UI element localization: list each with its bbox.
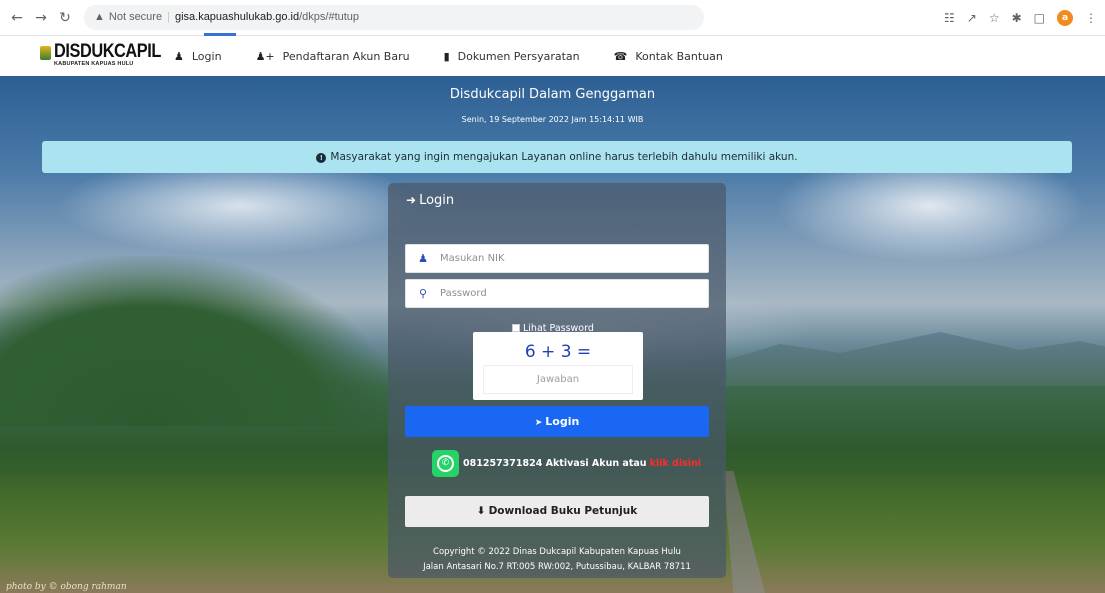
warning-triangle-icon: ▲ [94,11,105,23]
password-input[interactable] [440,280,704,307]
menu-kebab-icon[interactable]: ⋮ [1085,11,1097,25]
extensions-icon[interactable]: ✱ [1012,11,1022,25]
login-button[interactable]: ➤ Login [405,406,709,437]
nik-input[interactable] [440,245,704,272]
nav-item-register[interactable]: ♟+ Pendaftaran Akun Baru [256,36,410,76]
show-password-checkbox[interactable] [512,324,520,332]
user-plus-icon: ♟+ [255,49,275,63]
login-button-label: Login [545,415,580,428]
address-separator: | [167,11,170,23]
activation-link[interactable]: klik disini [650,458,701,469]
login-heading-label: Login [419,193,455,208]
nav-item-label: Pendaftaran Akun Baru [282,49,410,63]
user-icon: ♟ [174,49,184,63]
mountains-right [720,332,1105,386]
page-title: Disdukcapil Dalam Genggaman [449,87,656,102]
address-text: Jalan Antasari No.7 RT:005 RW:002, Putus… [423,562,691,572]
nav-item-documents[interactable]: ▮ Dokumen Persyaratan [444,36,580,76]
emblem-icon [40,46,51,60]
sign-in-icon: ➜ [406,193,417,207]
current-datetime: Senin, 19 September 2022 Jam 15:14:11 WI… [461,115,644,124]
address-bar[interactable]: ▲ Not secure | gisa.kapuashulukab.go.id/dkp… [84,5,704,30]
info-icon: ! [316,153,327,163]
nav-item-label: Dokumen Persyaratan [457,49,580,63]
browser-toolbar: ← → ↻ ▲ Not secure | gisa.kapuashulukab.go.… [0,0,1105,36]
captcha-question: 6 + 3 = [524,342,592,362]
login-card: ➜Login ♟ ⚲ Lihat Password 6 + 3 = ➤Login… [388,183,726,578]
download-guide-label: Download Buku Petunjuk [488,505,638,517]
share-icon[interactable]: ↗ [967,11,977,25]
nav-menu: ♟ Login ♟+ Pendaftaran Akun Baru ▮ Dokum… [174,33,757,76]
brand-title: DISDUKCAPIL [54,41,161,62]
security-label: Not secure [108,11,163,23]
info-alert: ! Masyarakat yang ingin mengajukan Layana… [42,141,1072,173]
hero-section: photo by © obong rahman Disdukcapil Dala… [0,76,1105,593]
phone-icon: ☎ [613,49,628,63]
nav-item-login[interactable]: ♟ Login [174,33,236,76]
sidepanel-icon[interactable]: □ [1034,11,1045,25]
url-host: gisa.kapuashulukab.go.id [174,11,300,23]
nik-field: ♟ [405,244,709,273]
profile-avatar[interactable]: a [1057,10,1073,26]
nav-item-contact[interactable]: ☎ Kontak Bantuan [614,36,723,76]
captcha-answer-input[interactable] [483,365,633,394]
download-icon: ⬇ [476,505,486,517]
url-path: /dkps/#tutup [299,11,360,23]
password-field: ⚲ [405,279,709,308]
book-icon: ▮ [443,49,450,63]
user-icon: ♟ [418,252,428,265]
brand-subtitle: KABUPATEN KAPUAS HULU [54,61,134,67]
site-navbar: DISDUKCAPIL KABUPATEN KAPUAS HULU ♟ Logi… [0,33,1105,76]
login-heading: ➜ Login [406,193,454,208]
download-guide-button[interactable]: ⬇ Download Buku Petunjuk [405,496,709,527]
hills-left [0,256,400,426]
photo-credit: photo by © obong rahman [6,582,127,592]
arrow-circle-icon: ➤ [534,418,543,428]
whatsapp-activation: ✆ 081257371824 Aktivasi Akun atau klik d… [432,449,701,477]
copyright-text: Copyright © 2022 Dinas Dukcapil Kabupate… [433,547,681,557]
key-icon: ⚲ [418,287,428,300]
whatsapp-text: 081257371824 Aktivasi Akun atau [463,457,647,469]
nav-item-label: Kontak Bantuan [635,49,723,63]
browser-actions: ☷ ↗ ☆ ✱ □ a ⋮ [944,8,1097,28]
translate-icon[interactable]: ☷ [944,11,955,25]
back-arrow-icon[interactable]: ← [8,9,26,27]
bookmark-star-icon[interactable]: ☆ [989,11,1000,25]
reload-icon[interactable]: ↻ [56,9,74,27]
whatsapp-icon[interactable]: ✆ [432,449,459,477]
forward-arrow-icon[interactable]: → [32,9,50,27]
captcha-box: 6 + 3 = [473,332,643,400]
alert-text: Masyarakat yang ingin mengajukan Layanan… [330,151,798,163]
nav-item-label: Login [191,49,222,63]
